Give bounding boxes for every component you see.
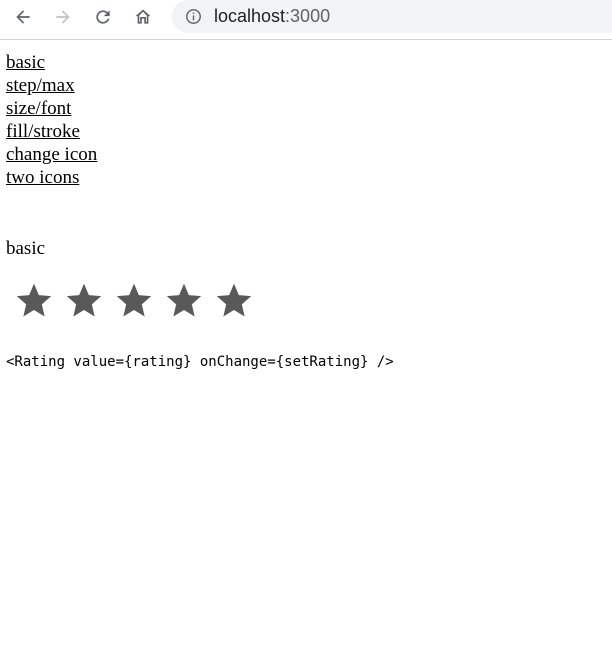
browser-toolbar: localhost:3000 <box>0 0 612 40</box>
link-fill-stroke[interactable]: fill/stroke <box>6 120 97 143</box>
forward-button[interactable] <box>47 4 79 30</box>
rating-stars <box>14 280 254 320</box>
link-two-icons[interactable]: two icons <box>6 166 97 189</box>
code-snippet: <Rating value={rating} onChange={setRati… <box>6 354 394 370</box>
nav-link-list: basic step/max size/font fill/stroke cha… <box>6 51 97 189</box>
address-bar[interactable]: localhost:3000 <box>172 0 612 33</box>
link-size-font[interactable]: size/font <box>6 97 97 120</box>
link-basic[interactable]: basic <box>6 51 97 74</box>
star-icon[interactable] <box>164 280 204 320</box>
section-title: basic <box>6 238 46 259</box>
back-button[interactable] <box>7 4 39 30</box>
star-icon[interactable] <box>64 280 104 320</box>
star-icon[interactable] <box>214 280 254 320</box>
reload-button[interactable] <box>87 4 119 30</box>
url-port: :3000 <box>285 6 331 26</box>
arrow-right-icon <box>56 10 70 24</box>
home-button[interactable] <box>127 4 159 30</box>
link-step-max[interactable]: step/max <box>6 74 97 97</box>
star-icon[interactable] <box>114 280 154 320</box>
reload-icon <box>96 10 110 24</box>
home-icon <box>135 9 151 24</box>
link-change-icon[interactable]: change icon <box>6 143 97 166</box>
arrow-left-icon <box>16 10 30 24</box>
url-host: localhost <box>214 6 286 26</box>
info-circle-icon[interactable] <box>185 8 202 25</box>
url-text[interactable]: localhost:3000 <box>214 6 330 26</box>
star-icon[interactable] <box>14 280 54 320</box>
